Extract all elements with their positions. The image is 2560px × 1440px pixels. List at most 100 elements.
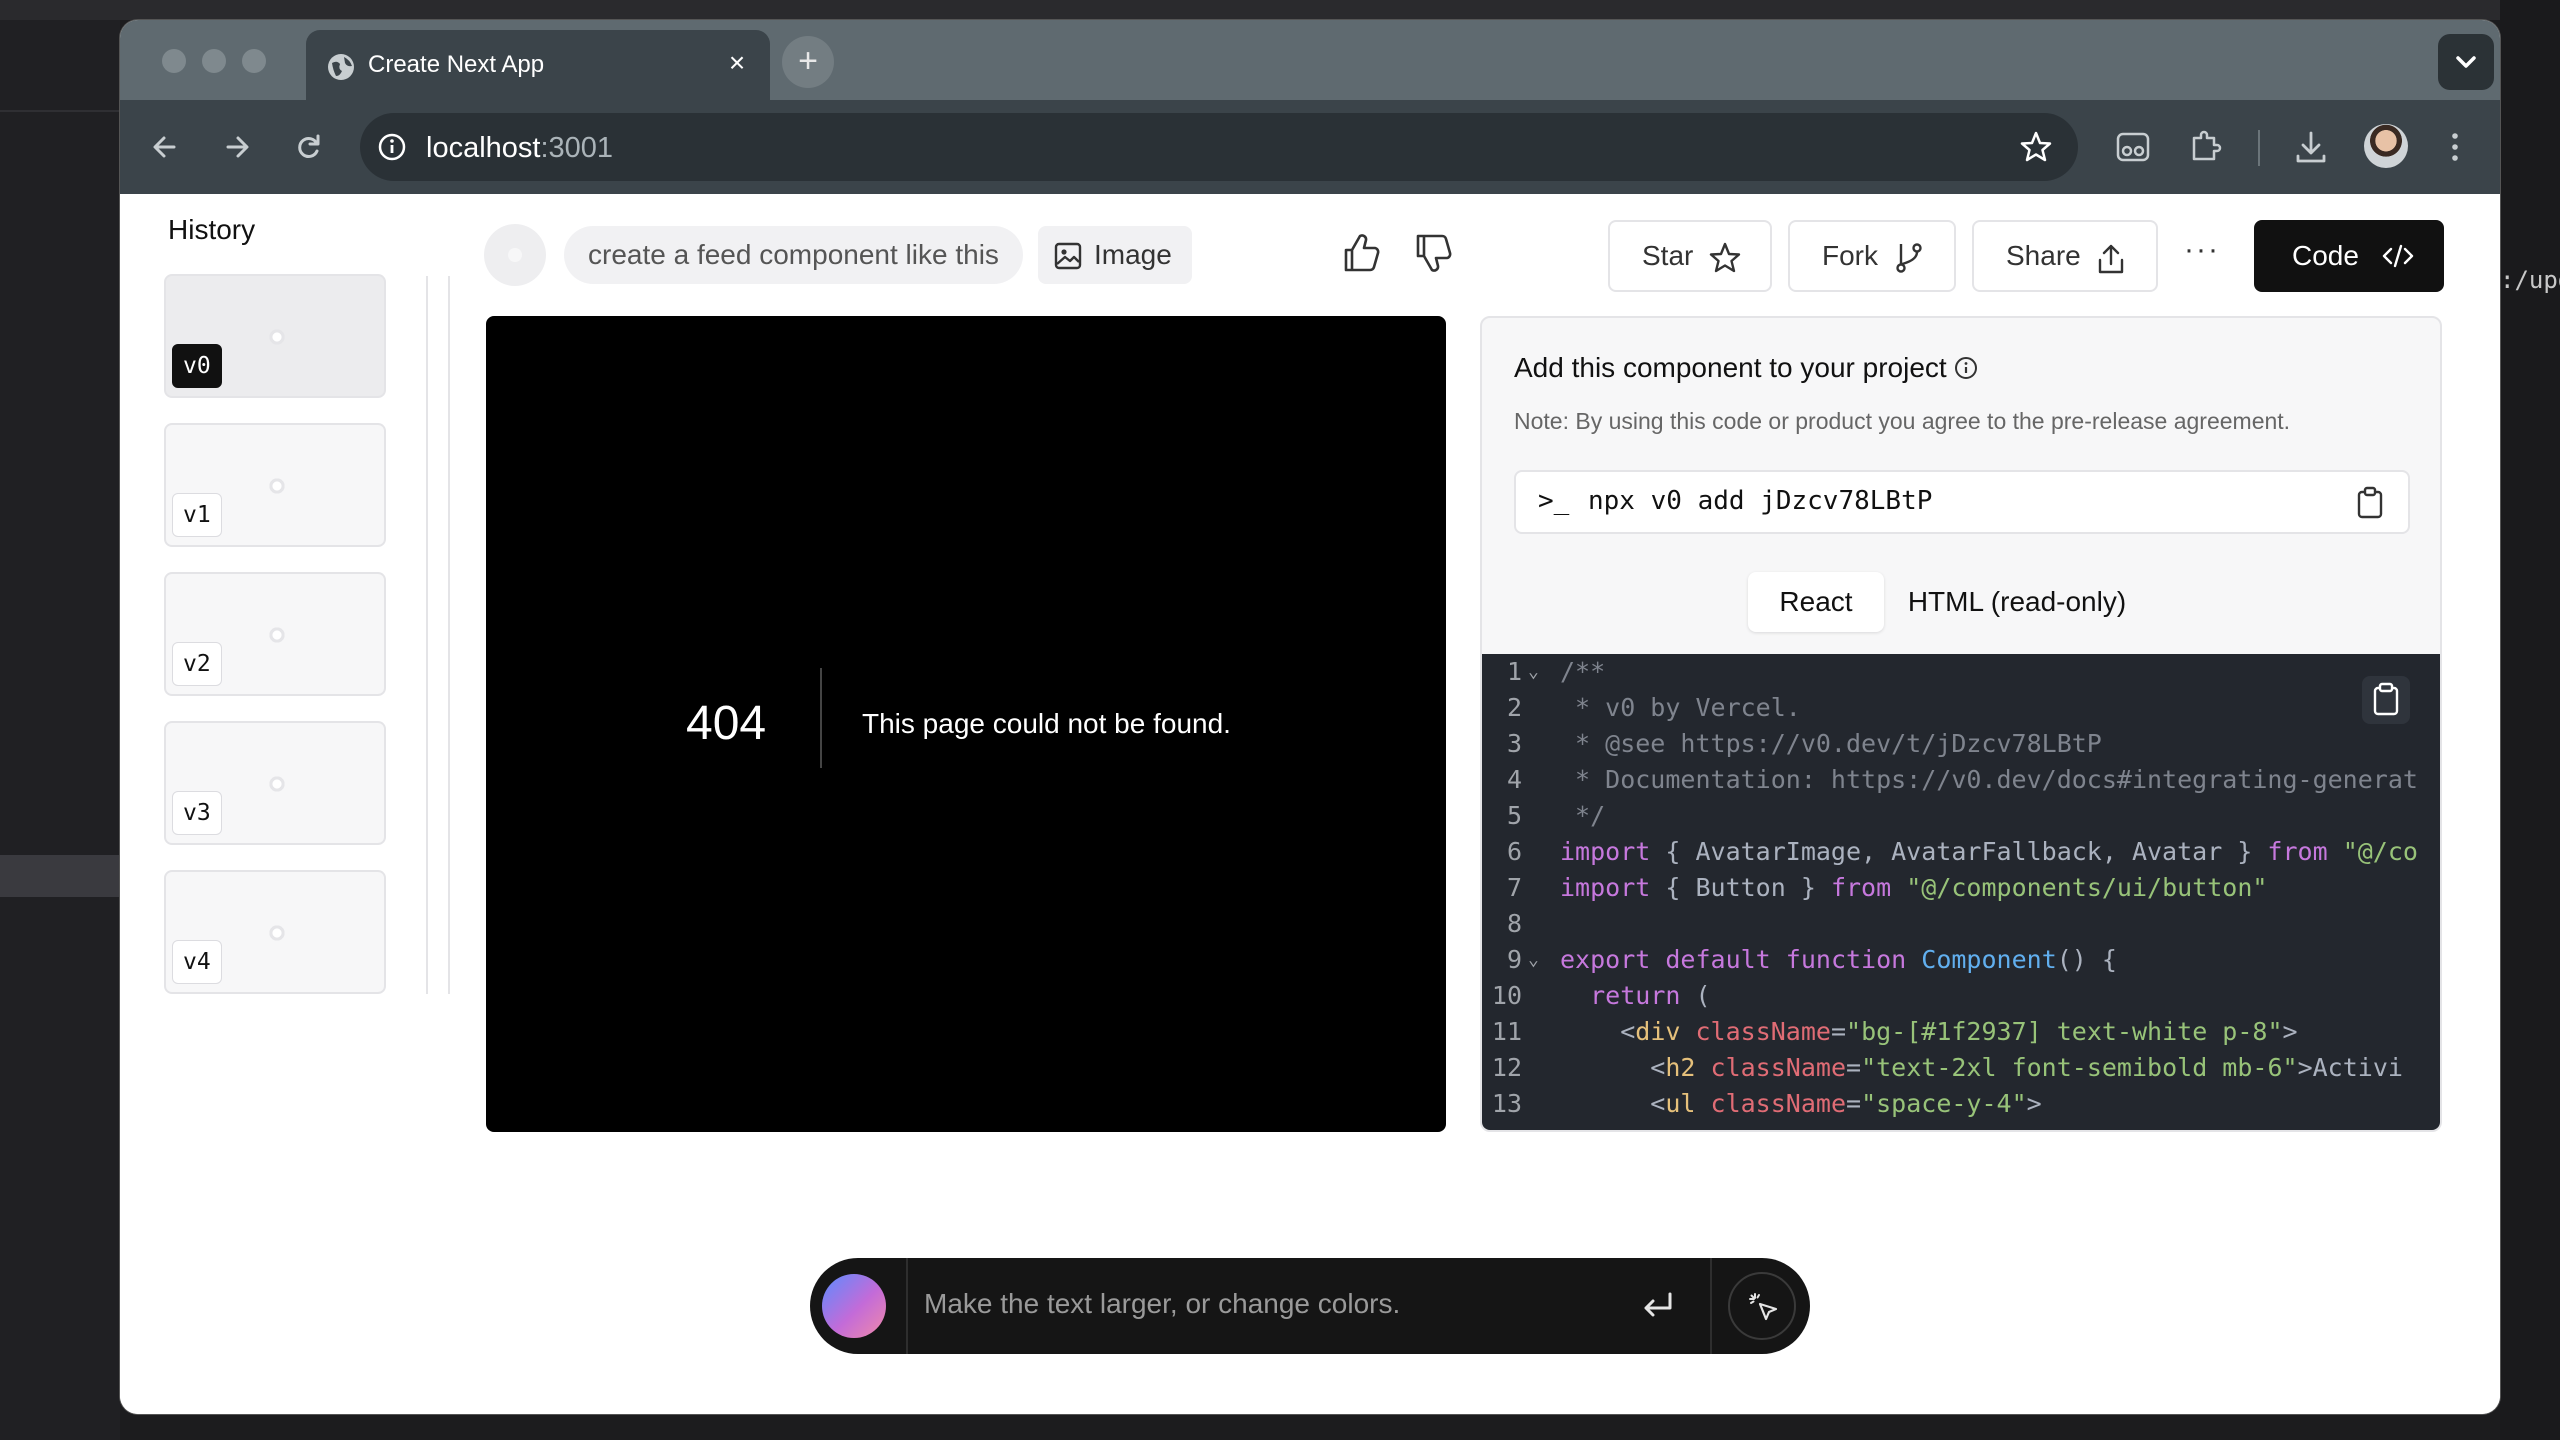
chat-divider [906,1258,908,1354]
version-badge: v0 [172,344,222,388]
bookmark-star-icon[interactable] [2018,129,2054,165]
star-button[interactable]: Star [1608,220,1772,292]
reload-icon[interactable] [284,122,334,172]
code-brackets-icon [2382,244,2414,268]
code-line: 12 <h2 className="text-2xl font-semibold… [1491,1053,2403,1082]
version-card-v1[interactable]: v1 [164,423,386,547]
code-button[interactable]: Code [2254,220,2444,292]
desktop-left-panel [0,0,120,1440]
install-command: npx v0 add jDzcv78LBtP [1588,486,1933,516]
tab-search-button[interactable] [2438,34,2494,90]
version-card-v2[interactable]: v2 [164,572,386,696]
version-card-v3[interactable]: v3 [164,721,386,845]
code-editor[interactable]: 1 ⌄/** 2 * v0 by Vercel. 3 * @see https:/… [1482,654,2440,1130]
back-arrow-icon[interactable] [140,122,190,172]
extensions-puzzle-icon[interactable] [2182,124,2228,170]
code-line: 9 ⌄ export default function Component() { [1482,942,2440,978]
forward-arrow-icon[interactable] [212,122,262,172]
close-window-button[interactable] [162,49,186,73]
version-badge: v2 [172,642,222,686]
browser-toolbar: localhost:3001 [120,100,2500,194]
version-card-v0[interactable]: v0 [164,274,386,398]
chat-bar: Make the text larger, or change colors. [810,1258,1810,1354]
browser-window: Create Next App × + localhost:3001 Histo… [120,20,2500,1414]
spinner-icon [268,328,286,346]
address-bar[interactable]: localhost:3001 [360,113,2078,181]
tab-html-readonly[interactable]: HTML (read-only) [1892,572,2142,632]
code-line: 2 * v0 by Vercel. [1506,693,1801,722]
desktop-highlight-row [0,855,120,897]
user-avatar [484,224,546,286]
profile-avatar[interactable] [2364,124,2408,168]
toolbar-separator [2258,130,2260,166]
component-preview[interactable]: 404 This page could not be found. [486,316,1446,1132]
image-chip-label: Image [1094,239,1172,270]
version-badge: v1 [172,493,222,537]
spinner-icon [268,626,286,644]
error-code: 404 [686,697,767,750]
tab-react[interactable]: React [1748,572,1884,632]
thumbs-down-icon[interactable] [1410,228,1456,278]
desktop-divider [0,110,120,112]
globe-icon [328,54,354,80]
incognito-extension-icon[interactable] [2110,124,2156,170]
code-line: 7 import { Button } from "@/components/ui… [1506,873,2268,902]
download-icon[interactable] [2288,124,2334,170]
fold-chevron-icon: ⌄ [1528,661,1539,682]
code-line: 3 * @see https://v0.dev/t/jDzcv78LBtP [1506,729,2102,758]
chat-input[interactable]: Make the text larger, or change colors. [924,1288,1400,1320]
version-card-v4[interactable]: v4 [164,870,386,994]
history-scrollbar[interactable] [426,276,450,994]
fork-icon [1896,243,1922,273]
info-icon[interactable] [1954,356,1978,380]
element-picker-button[interactable] [1728,1272,1796,1340]
install-command-box[interactable]: >_ npx v0 add jDzcv78LBtP [1514,470,2410,534]
clipboard-icon[interactable] [2354,486,2386,520]
thumbs-up-icon[interactable] [1338,228,1384,278]
code-line: 10 return ( [1491,981,1711,1010]
fork-button[interactable]: Fork [1788,220,1956,292]
spinner-icon [268,775,286,793]
spinner-icon [268,924,286,942]
more-options-button[interactable]: ··· [2174,228,2230,284]
image-attachment-chip[interactable]: Image [1038,226,1192,284]
prompt-text: create a feed component like this [564,226,1023,284]
chat-divider [1710,1258,1712,1354]
maximize-window-button[interactable] [242,49,266,73]
code-line: 13 <ul className="space-y-4"> [1491,1089,2042,1118]
agreement-note: Note: By using this code or product you … [1514,408,2291,434]
new-tab-button[interactable]: + [782,36,834,88]
image-icon [1054,242,1082,270]
star-button-label: Star [1642,240,1694,271]
error-message: This page could not be found. [862,708,1231,739]
close-tab-icon[interactable]: × [722,48,752,78]
code-line: 6 import { AvatarImage, AvatarFallback, A… [1506,837,2418,866]
version-badge: v3 [172,791,222,835]
history-title: History [168,214,256,245]
code-button-label: Code [2292,240,2359,271]
copy-code-button[interactable] [2362,676,2410,724]
code-line: 8 [1506,909,1522,938]
url-text: localhost:3001 [426,132,614,164]
browser-tab[interactable]: Create Next App × [306,30,770,100]
terminal-prompt-icon: >_ [1538,486,1570,516]
kebab-menu-icon[interactable] [2432,124,2478,170]
enter-return-icon[interactable] [1640,1288,1676,1324]
site-info-icon[interactable] [376,131,408,163]
code-line: 5 */ [1506,801,1606,830]
page-content: History v0 v1 v2 v3 v4 create a feed com… [120,194,2500,1414]
spinner-icon [268,477,286,495]
minimize-window-button[interactable] [202,49,226,73]
fold-chevron-icon: ⌄ [1528,949,1539,970]
cursor-select-icon [1749,1293,1778,1321]
tab-strip: Create Next App × + [120,20,2500,100]
star-icon [1709,242,1741,273]
code-line: 1 ⌄/** [1482,654,2440,690]
share-upload-icon [2098,244,2124,274]
code-panel: Add this component to your project Note:… [1480,316,2442,1132]
assistant-orb-icon [822,1274,886,1338]
error-divider [820,668,822,768]
code-line: 4 * Documentation: https://v0.dev/docs#i… [1506,765,2418,794]
tab-title: Create Next App [368,51,545,78]
share-button[interactable]: Share [1972,220,2158,292]
